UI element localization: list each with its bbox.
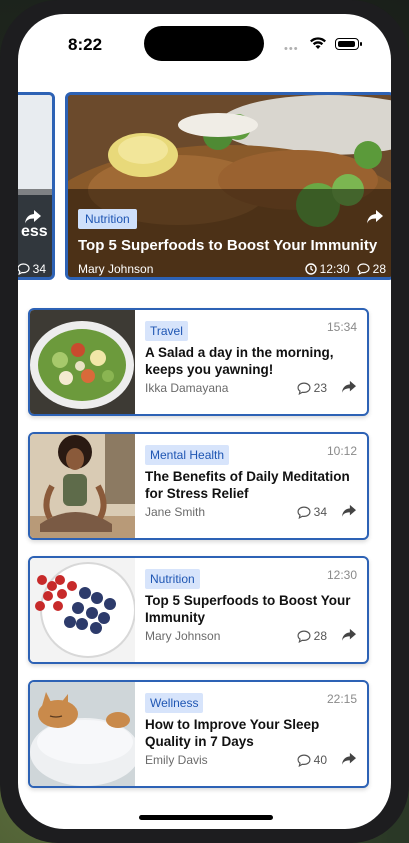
dynamic-island	[144, 26, 264, 61]
share-icon[interactable]	[341, 380, 357, 394]
comment-count[interactable]: 34	[297, 505, 327, 519]
share-icon[interactable]	[341, 504, 357, 518]
comment-count-value: 40	[313, 753, 327, 767]
status-time: 8:22	[68, 35, 103, 54]
article-card[interactable]: Mental Health 10:12 The Benefits of Dail…	[28, 432, 369, 540]
featured-author: Mary Johnson	[78, 262, 154, 276]
comment-count[interactable]: 23	[297, 381, 327, 395]
share-icon[interactable]	[341, 752, 357, 766]
featured-carousel[interactable]: ess 34 Nutrition Top 5 Superfoods to Boo…	[18, 92, 391, 280]
article-card[interactable]: Travel 15:34 A Salad a day in the mornin…	[28, 308, 369, 416]
article-title[interactable]: The Benefits of Daily Meditation for Str…	[145, 468, 360, 502]
featured-meta: 12:30 28	[304, 262, 386, 276]
article-author: Mary Johnson	[145, 629, 221, 643]
app-screen: 8:22 ••• ess 34 Nutrition Top 5 Superfoo…	[18, 14, 391, 829]
wifi-icon	[310, 37, 326, 49]
featured-card-previous[interactable]: ess 34	[18, 92, 55, 280]
category-tag[interactable]: Mental Health	[145, 445, 230, 465]
article-thumbnail-meditation	[30, 434, 135, 538]
featured-card[interactable]: Nutrition Top 5 Superfoods to Boost Your…	[65, 92, 391, 280]
featured-category-tag[interactable]: Nutrition	[78, 209, 137, 229]
featured-comment-count: 28	[372, 262, 386, 276]
featured-comment-count: 34	[32, 262, 46, 276]
share-icon[interactable]	[341, 628, 357, 642]
comment-count-value: 28	[313, 629, 327, 643]
comment-count[interactable]: 28	[297, 629, 327, 643]
clock-icon	[304, 263, 317, 275]
share-icon[interactable]	[366, 209, 384, 225]
category-tag[interactable]: Travel	[145, 321, 188, 341]
comment-bubble-icon	[297, 630, 311, 643]
article-thumbnail-berries	[30, 558, 135, 662]
article-author: Emily Davis	[145, 753, 208, 767]
comment-count-value: 23	[313, 381, 327, 395]
featured-title: ess	[21, 223, 48, 240]
signal-dots: •••	[284, 43, 299, 55]
article-list: Travel 15:34 A Salad a day in the mornin…	[28, 308, 369, 804]
comment-bubble-icon	[297, 382, 311, 395]
article-title[interactable]: Top 5 Superfoods to Boost Your Immunity	[145, 592, 360, 626]
comment-bubble-icon	[18, 263, 30, 275]
article-author: Ikka Damayana	[145, 381, 229, 395]
article-time: 12:30	[326, 568, 357, 582]
comment-bubble-icon	[297, 754, 311, 767]
article-title[interactable]: A Salad a day in the morning, keeps you …	[145, 344, 360, 378]
comment-count[interactable]: 40	[297, 753, 327, 767]
home-indicator[interactable]	[139, 815, 273, 820]
article-card[interactable]: Wellness 22:15 How to Improve Your Sleep…	[28, 680, 369, 788]
category-tag[interactable]: Nutrition	[145, 569, 200, 589]
article-author: Jane Smith	[145, 505, 206, 519]
article-time: 10:12	[326, 444, 357, 458]
featured-title: Top 5 Superfoods to Boost Your Immunity	[78, 237, 378, 254]
article-thumbnail-cat	[30, 682, 135, 786]
comment-count-value: 34	[313, 505, 327, 519]
article-card[interactable]: Nutrition 12:30 Top 5 Superfoods to Boos…	[28, 556, 369, 664]
phone-frame: 8:22 ••• ess 34 Nutrition Top 5 Superfoo…	[0, 0, 409, 843]
featured-comments: 34	[18, 262, 46, 276]
comment-bubble-icon	[297, 506, 311, 519]
category-tag[interactable]: Wellness	[145, 693, 204, 713]
battery-icon	[335, 38, 362, 50]
comment-bubble-icon	[357, 263, 370, 275]
article-title[interactable]: How to Improve Your Sleep Quality in 7 D…	[145, 716, 360, 750]
status-bar: 8:22 •••	[18, 14, 391, 70]
featured-time: 12:30	[319, 262, 350, 276]
article-thumbnail-salad	[30, 310, 135, 414]
article-time: 22:15	[326, 692, 357, 706]
article-time: 15:34	[326, 320, 357, 334]
